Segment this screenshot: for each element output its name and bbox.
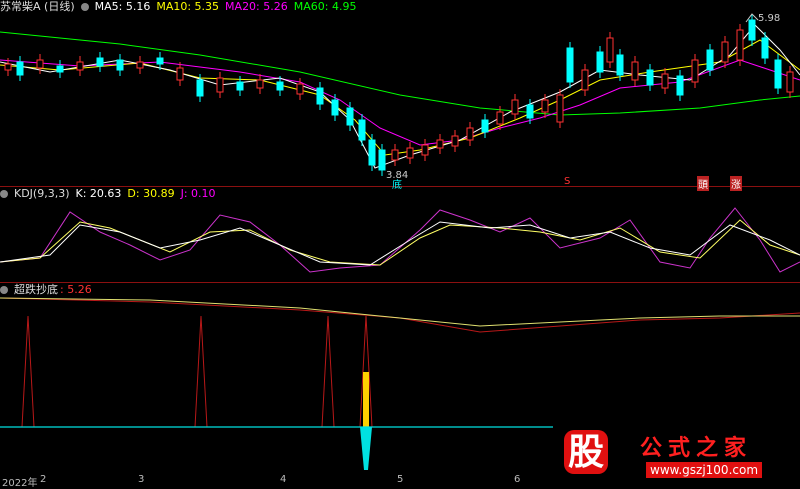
candle-body	[606, 37, 614, 63]
candle-body	[176, 67, 184, 81]
signal-bar-cyan	[360, 427, 372, 470]
signal-bar-yellow	[363, 372, 369, 427]
candle-body	[136, 61, 144, 69]
candle-body	[786, 71, 794, 93]
x-axis-label: 5	[397, 474, 404, 485]
candle-body	[646, 69, 654, 86]
logo-url: www.gszj100.com	[646, 462, 763, 478]
indicator-line-red	[0, 297, 800, 333]
candle-body	[631, 61, 639, 81]
x-axis-label: 4	[280, 474, 287, 485]
candle-body	[196, 79, 204, 97]
candle-body	[358, 119, 366, 141]
logo-mark: 股	[564, 430, 609, 474]
signal-bottom-marker: 底	[392, 180, 402, 191]
candle-body	[481, 119, 489, 133]
candle-body	[556, 94, 564, 123]
candle-body	[36, 59, 44, 69]
candle-body	[581, 69, 589, 91]
candle-body	[748, 19, 756, 41]
signal-rise-marker: 涨	[730, 176, 742, 191]
candle-body	[466, 127, 474, 141]
indicator-spike	[321, 315, 335, 428]
candle-body	[774, 59, 782, 89]
candle-body	[721, 41, 729, 63]
signal-top-marker: 頭	[697, 176, 709, 191]
kdj-d-line	[0, 219, 800, 266]
candle-body	[541, 99, 549, 113]
kdj-j-line	[0, 207, 800, 273]
candle-body	[736, 29, 744, 61]
candle-body	[451, 135, 459, 147]
logo-title: 公式之家	[640, 436, 753, 461]
candle-body	[706, 49, 714, 71]
site-logo: 股 公式之家 www.gszj100.com	[558, 426, 798, 484]
candle-body	[691, 59, 699, 83]
kdj-k-line	[0, 221, 800, 266]
candle-body	[511, 99, 519, 115]
candle-body	[256, 79, 264, 89]
candle-body	[56, 65, 64, 73]
x-axis-label: 6	[514, 474, 521, 485]
candle-body	[316, 87, 324, 105]
candle-body	[378, 149, 386, 171]
chart-canvas[interactable]	[0, 0, 800, 487]
x-axis-label: 2	[40, 474, 47, 485]
candle-body	[236, 81, 244, 91]
candle-body	[76, 61, 84, 71]
candle-body	[4, 63, 12, 71]
signal-s-marker: S	[564, 176, 571, 187]
candle-body	[406, 147, 414, 159]
candle-body	[421, 144, 429, 156]
candle-body	[566, 47, 574, 83]
candle-body	[116, 59, 124, 71]
candle-body	[596, 51, 604, 73]
candle-body	[616, 54, 624, 76]
candle-body	[96, 57, 104, 67]
candle-body	[16, 61, 24, 76]
candle-body	[436, 139, 444, 149]
candle-body	[331, 99, 339, 116]
candle-body	[156, 57, 164, 65]
indicator-line-yellow	[0, 297, 800, 327]
candle-body	[496, 111, 504, 125]
candle-body	[676, 75, 684, 96]
candle-body	[368, 139, 376, 166]
high-price-label: 5.98	[758, 13, 781, 24]
candle-body	[296, 83, 304, 95]
candle-body	[346, 107, 354, 126]
candle-body	[761, 37, 769, 59]
indicator-spike	[194, 315, 208, 428]
candle-body	[661, 73, 669, 89]
candle-body	[526, 104, 534, 119]
indicator-spike	[21, 315, 35, 428]
candle-body	[276, 81, 284, 91]
candle-body	[391, 149, 399, 161]
candle-body	[216, 77, 224, 93]
x-axis-label: 3	[138, 474, 145, 485]
